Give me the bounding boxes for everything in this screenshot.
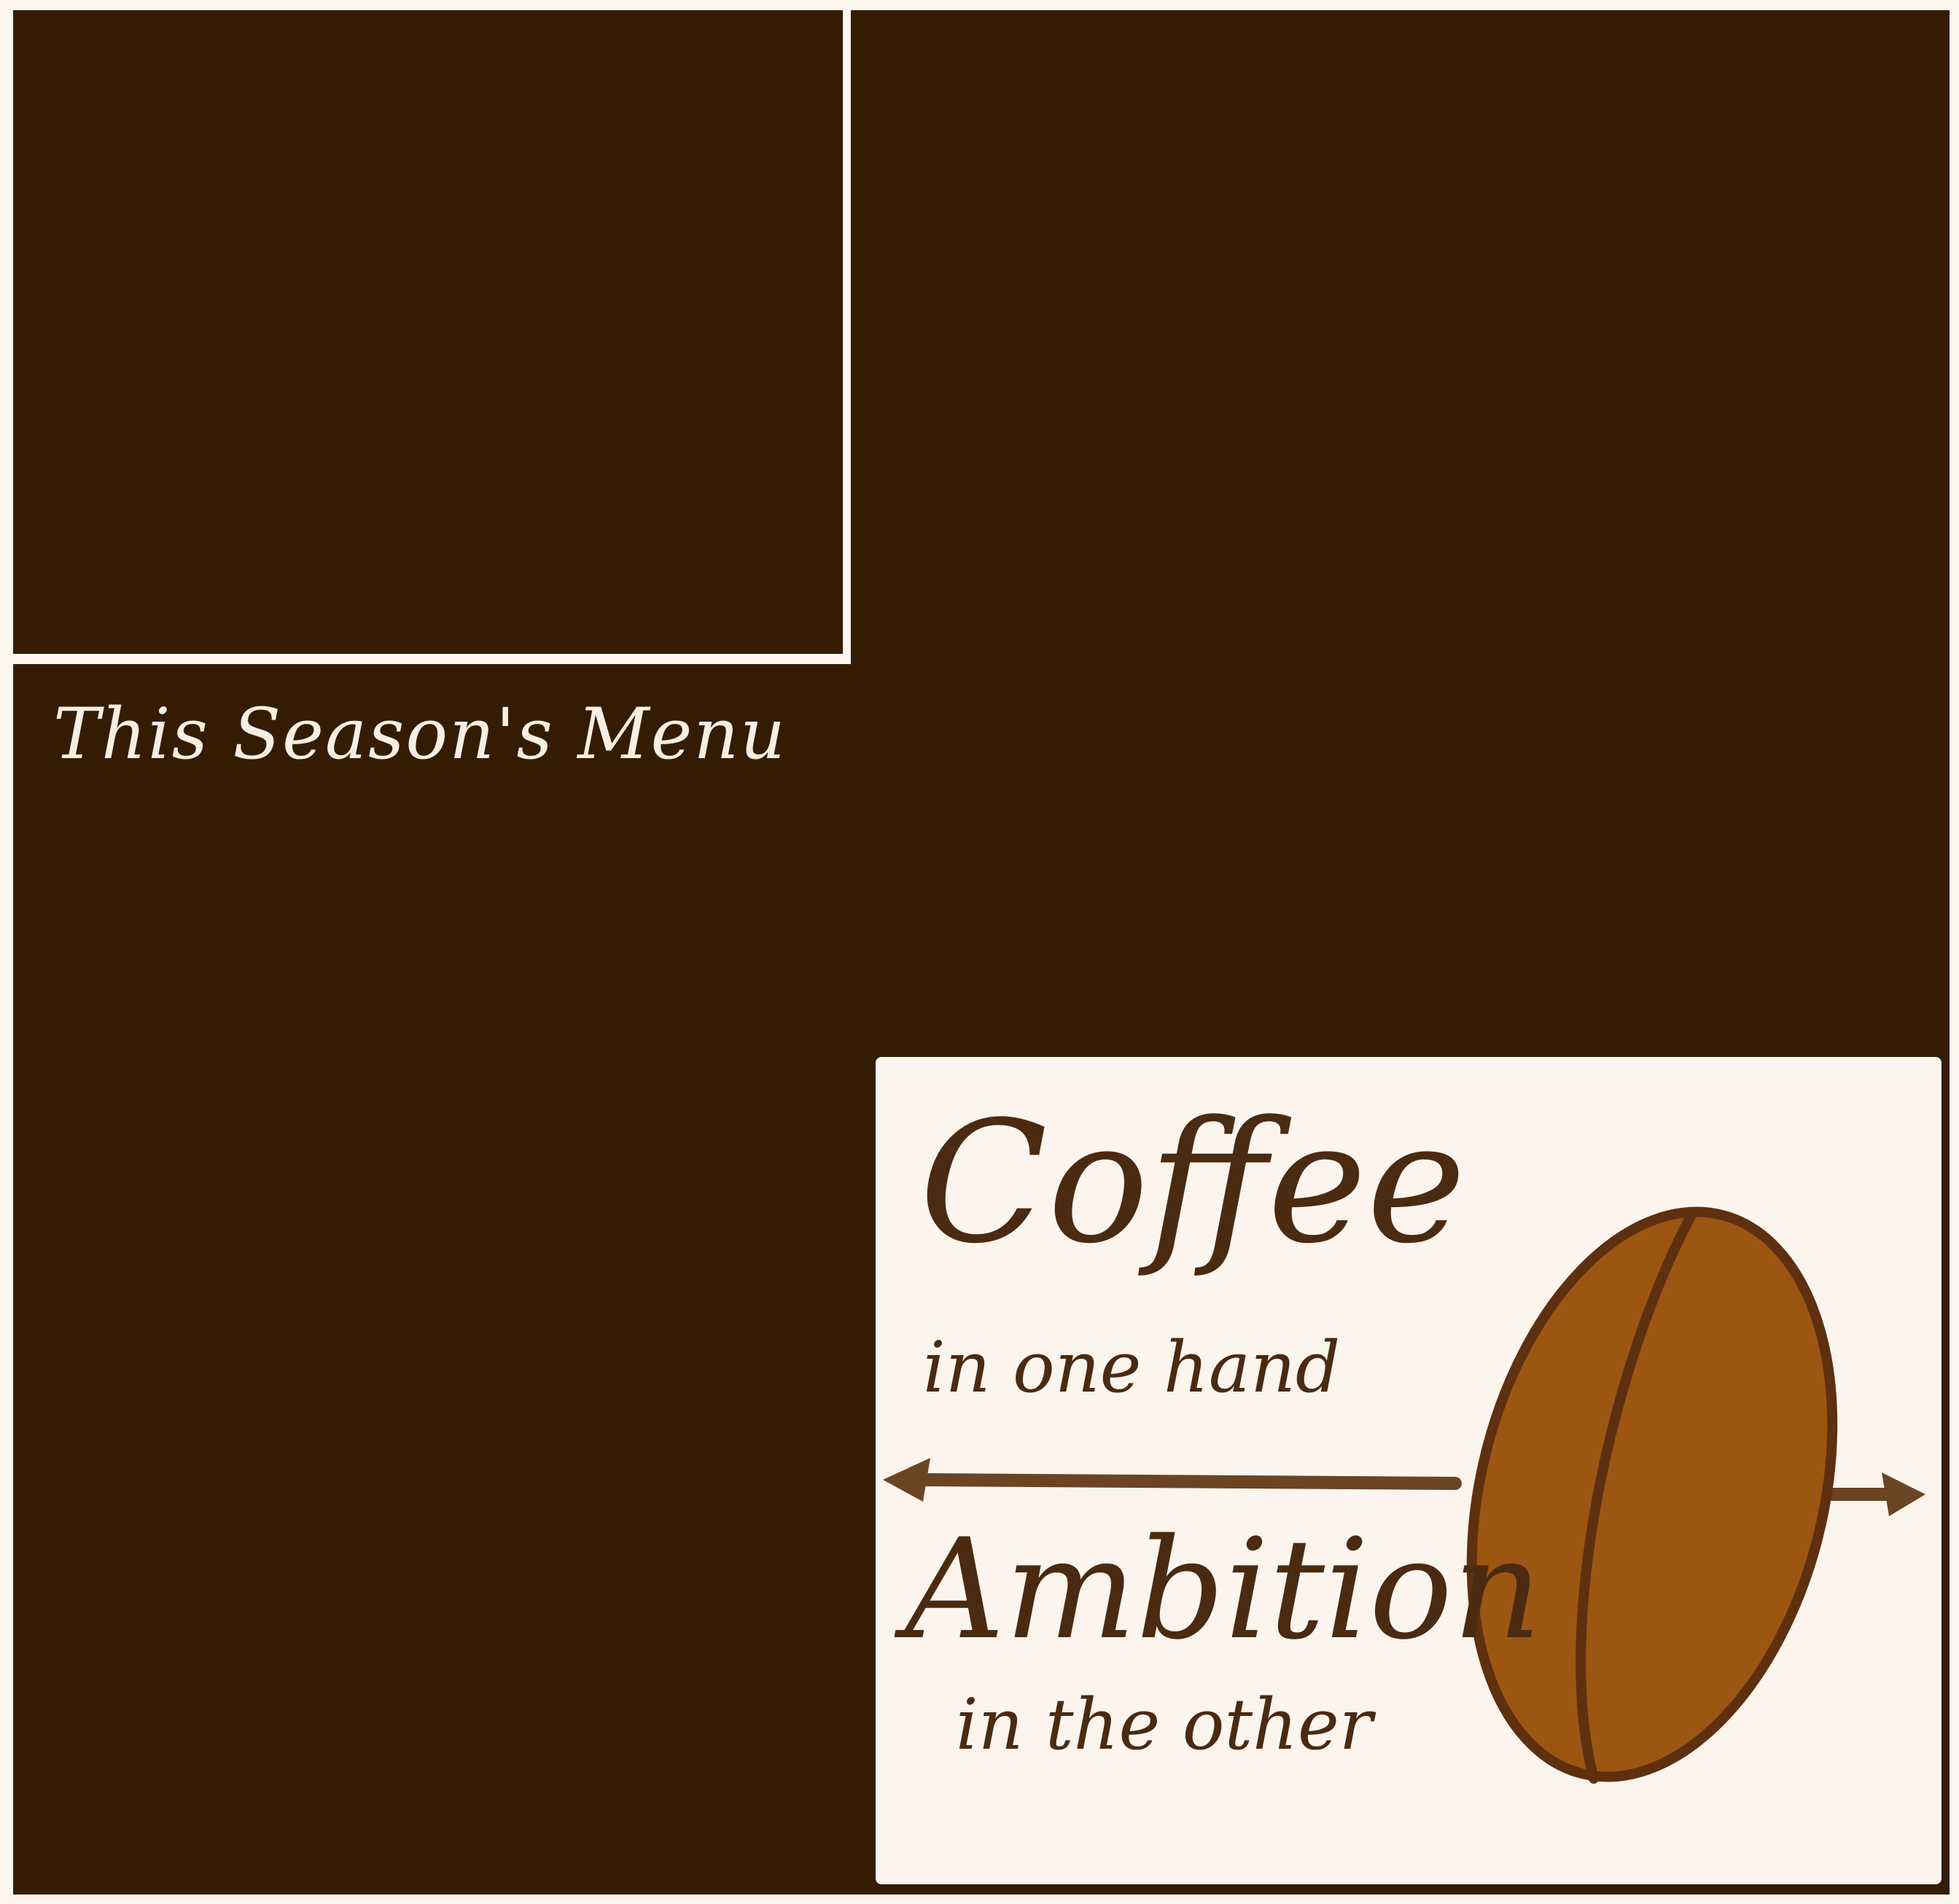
one-hand-text: in one hand <box>923 1327 1341 1408</box>
coffee-ambition-sign: Coffee in one hand Ambition in the other <box>876 1057 1942 1884</box>
menu-title: This Season's Menu <box>53 693 787 775</box>
blank-panel-top-left <box>13 10 843 654</box>
other-hand-text: in the other <box>956 1684 1373 1766</box>
coffee-bean-icon <box>1466 1206 1838 1784</box>
left-arrow-icon <box>883 1458 1462 1502</box>
ambition-heading: Ambition <box>905 1509 1542 1670</box>
coffee-heading: Coffee <box>919 1086 1466 1281</box>
menu-panel: This Season's Menu <box>13 664 853 1895</box>
